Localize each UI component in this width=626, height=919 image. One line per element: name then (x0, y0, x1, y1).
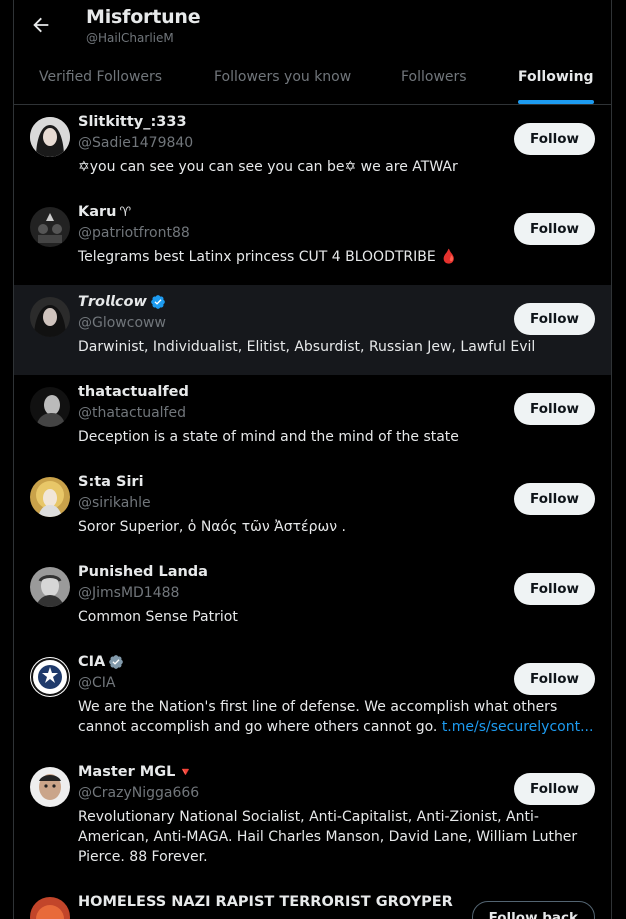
user-row[interactable]: Karu ♈ @patriotfront88 Telegrams best Lat… (14, 195, 611, 285)
user-handle[interactable]: @patriotfront88 (78, 225, 190, 241)
user-bio: We are the Nation's first line of defens… (78, 697, 604, 737)
back-arrow-icon[interactable] (30, 14, 52, 36)
user-bio: ✡you can see you can see you can be✡ we … (78, 159, 458, 175)
follow-button[interactable]: Follow (514, 303, 595, 335)
user-name[interactable]: S:ta Siri (78, 474, 144, 490)
user-handle[interactable]: @CrazyNigga666 (78, 785, 199, 801)
user-bio: Common Sense Patriot (78, 609, 238, 625)
user-handle[interactable]: @Sadie1479840 (78, 135, 193, 151)
user-bio: Revolutionary National Socialist, Anti-C… (78, 809, 578, 865)
tab-label: Followers you know (214, 69, 352, 85)
user-handle[interactable]: @thatactualfed (78, 405, 186, 421)
user-row[interactable]: Punished Landa @JimsMD1488 Common Sense … (14, 555, 611, 645)
tab-bar: Verified Followers Followers you know Fo… (14, 56, 611, 105)
user-name[interactable]: Punished Landa (78, 564, 208, 580)
user-handle[interactable]: @JimsMD1488 (78, 585, 179, 601)
user-name[interactable]: thatactualfed (78, 384, 189, 400)
follow-button[interactable]: Follow (514, 663, 595, 695)
user-name[interactable]: Slitkitty_:333 (78, 114, 187, 130)
follow-button[interactable]: Follow (514, 483, 595, 515)
avatar[interactable] (30, 117, 70, 157)
user-handle[interactable]: @CIA (78, 675, 115, 691)
user-name-text: Slitkitty_:333 (78, 114, 187, 130)
avatar[interactable] (30, 657, 70, 697)
user-handle[interactable]: @sirikahle (78, 495, 151, 511)
tab-verified-followers[interactable]: Verified Followers (39, 56, 162, 104)
user-name-text: HOMELESS NAZI RAPIST TERRORIST GROYPER (78, 894, 453, 910)
avatar[interactable] (30, 207, 70, 247)
user-row[interactable]: thatactualfed @thatactualfed Deception i… (14, 375, 611, 465)
avatar[interactable] (30, 567, 70, 607)
avatar[interactable] (30, 477, 70, 517)
user-name-text: Karu (78, 204, 117, 220)
user-row[interactable]: Master MGL 🔻 @CrazyNigga666 Revolutionary… (14, 755, 611, 885)
government-badge-icon (109, 655, 124, 669)
tab-followers-you-know[interactable]: Followers you know (214, 56, 351, 104)
follow-button[interactable]: Follow (514, 393, 595, 425)
avatar[interactable] (30, 897, 70, 919)
user-name-text: CIA (78, 654, 106, 670)
user-name-text: Punished Landa (78, 564, 208, 580)
user-name[interactable]: Master MGL 🔻 (78, 764, 193, 780)
follow-button[interactable]: Follow (514, 213, 595, 245)
tab-label: Verified Followers (39, 69, 163, 85)
follow-button[interactable]: Follow (514, 123, 595, 155)
user-row[interactable]: S:ta Siri @sirikahle Soror Superior, ὁ Ν… (14, 465, 611, 555)
user-bio: Soror Superior, ὁ Ναός τῶν Ἀστέρων . (78, 519, 346, 535)
user-name[interactable]: CIA (78, 654, 124, 670)
tab-following[interactable]: Following (518, 56, 594, 104)
user-handle[interactable]: @Glowcoww (78, 315, 166, 331)
tab-label: Following (518, 69, 594, 85)
name-emoji: 🔻 (178, 765, 194, 779)
page-title: Misfortune (86, 6, 201, 28)
user-name-text: thatactualfed (78, 384, 189, 400)
tab-followers[interactable]: Followers (401, 56, 467, 104)
user-bio: Telegrams best Latinx princess CUT 4 BLO… (78, 249, 458, 265)
follow-button[interactable]: Follow (514, 573, 595, 605)
avatar[interactable] (30, 767, 70, 807)
user-name[interactable]: Karu ♈ (78, 204, 131, 220)
page-handle: @HailCharlieM (86, 31, 174, 45)
avatar[interactable] (30, 297, 70, 337)
verified-badge-icon (151, 295, 165, 309)
follow-back-button[interactable]: Follow back (471, 901, 595, 919)
avatar[interactable] (30, 387, 70, 427)
name-emoji: ♈ (119, 204, 132, 220)
user-bio: Darwinist, Individualist, Elitist, Absur… (78, 339, 536, 355)
user-name[interactable]: 𝙏𝙧𝙤𝙡𝙡𝙘𝙤𝙬 (78, 294, 166, 310)
user-row[interactable]: HOMELESS NAZI RAPIST TERRORIST GROYPER F… (14, 885, 611, 919)
user-row[interactable]: CIA @CIA We are the Nation's first line … (14, 645, 611, 755)
user-bio: Deception is a state of mind and the min… (78, 429, 459, 445)
user-name[interactable]: HOMELESS NAZI RAPIST TERRORIST GROYPER (78, 894, 453, 910)
bio-link[interactable]: t.me/s/securelycont... (442, 719, 594, 735)
user-name-text: S:ta Siri (78, 474, 144, 490)
user-row[interactable]: 𝙏𝙧𝙤𝙡𝙡𝙘𝙤𝙬 @Glowcoww Darwinist, Individual… (14, 285, 611, 375)
active-tab-indicator (518, 100, 594, 104)
user-row[interactable]: Slitkitty_:333 @Sadie1479840 ✡you can se… (14, 105, 611, 195)
follow-button[interactable]: Follow (514, 773, 595, 805)
tab-label: Followers (401, 69, 467, 85)
user-name-text: Master MGL (78, 764, 176, 780)
user-name-text: 𝙏𝙧𝙤𝙡𝙡𝙘𝙤𝙬 (78, 294, 147, 310)
